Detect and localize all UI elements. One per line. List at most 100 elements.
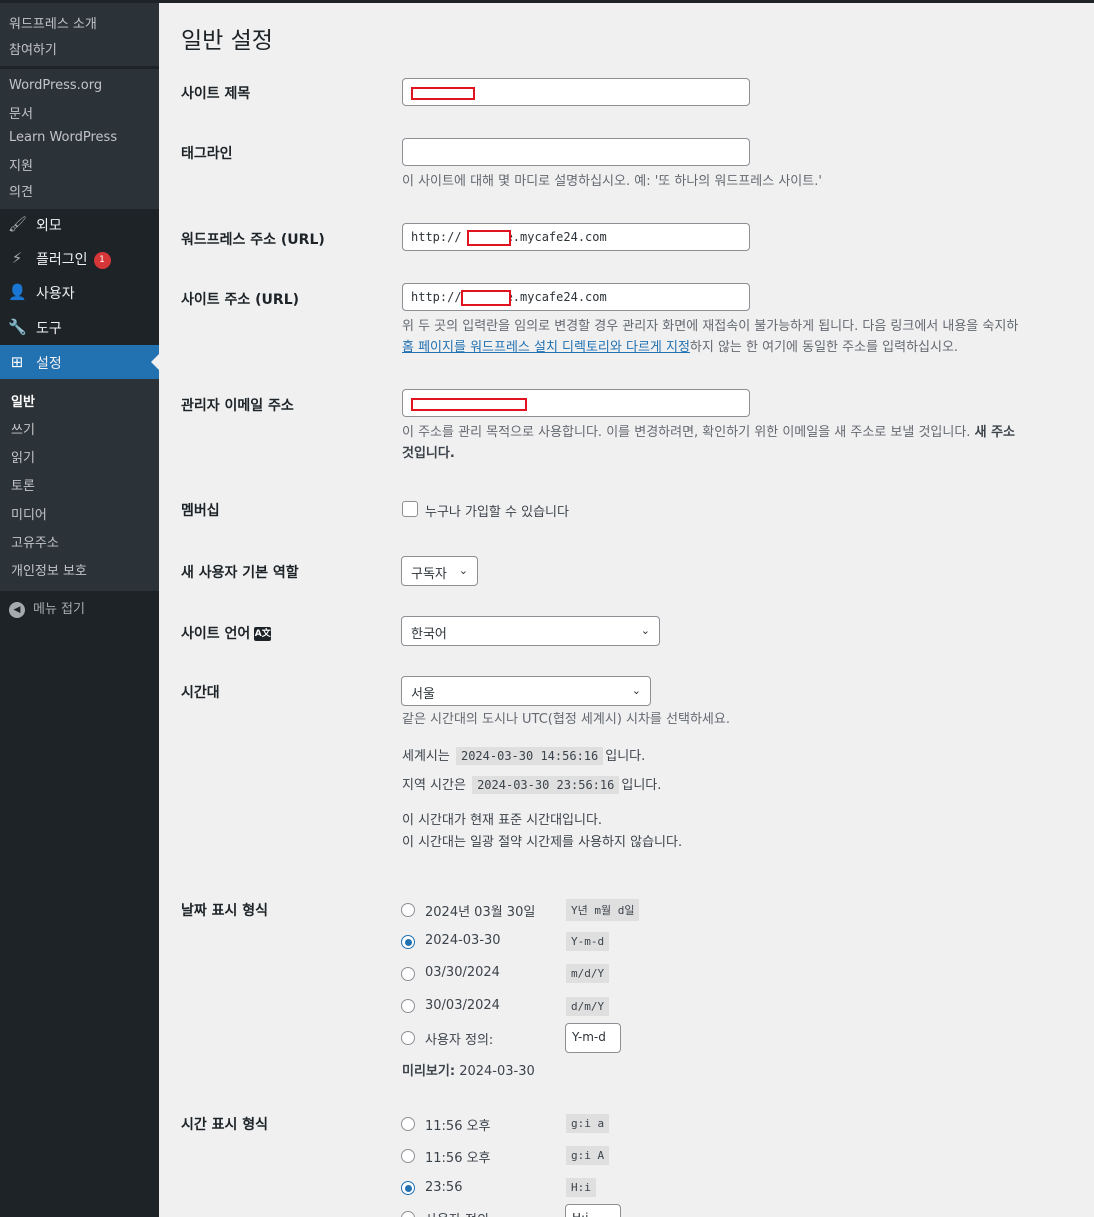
site-language-label-text: 사이트 언어 <box>181 626 251 642</box>
wrench-icon: 🔧 <box>8 318 27 336</box>
default-role-select[interactable]: 구독자 ⌄ <box>401 556 478 586</box>
date-preview: 미리보기: 2024-03-30 <box>402 1060 535 1079</box>
date-format-custom-input[interactable]: Y-m-d <box>565 1023 621 1053</box>
update-count-badge: 1 <box>93 251 111 269</box>
date-format-code: d/m/Y <box>566 997 610 1016</box>
sidebar-item-users[interactable]: 👤 사용자 <box>0 275 159 309</box>
default-role-label: 새 사용자 기본 역할 <box>181 565 299 581</box>
preview-value: 2024-03-30 <box>459 1064 535 1079</box>
links-submenu: WordPress.org 문서 Learn WordPress 지원 의견 <box>0 69 159 209</box>
standard-time-note: 이 시간대가 현재 표준 시간대입니다. <box>402 813 603 828</box>
time-format-custom-input[interactable]: H:i <box>565 1204 621 1217</box>
admin-email-desc-bold-2: 것입니다. <box>402 446 455 461</box>
sidebar-item-label: 도구 <box>36 321 62 337</box>
date-format-radio[interactable] <box>401 999 415 1013</box>
collapse-menu-button[interactable]: ◀ 메뉴 접기 <box>9 598 85 618</box>
date-format-code: Y년 m월 d일 <box>566 899 640 921</box>
sidebar-item-support[interactable]: 지원 <box>9 155 33 174</box>
membership-checkbox-label[interactable]: 누구나 가입할 수 있습니다 <box>425 501 569 520</box>
active-arrow <box>151 354 159 370</box>
sidebar-item-settings[interactable]: ⊞ 설정 <box>0 345 159 379</box>
dst-note: 이 시간대는 일광 절약 시간제를 사용하지 않습니다. <box>402 835 683 850</box>
site-url-label: 사이트 주소 (URL) <box>181 292 300 308</box>
settings-submenu: 일반 쓰기 읽기 토론 미디어 고유주소 개인정보 보호 <box>0 379 159 591</box>
translation-icon: A文 <box>254 627 272 641</box>
membership-checkbox[interactable] <box>402 501 418 517</box>
sidebar-item-label: 설정 <box>36 356 62 372</box>
sidebar-item-feedback[interactable]: 의견 <box>9 181 33 200</box>
submenu-writing[interactable]: 쓰기 <box>11 419 35 438</box>
time-format-code: g:i a <box>566 1114 610 1133</box>
chevron-down-icon: ⌄ <box>640 624 650 637</box>
date-format-option-label[interactable]: 30/03/2024 <box>425 998 500 1013</box>
page-title: 일반 설정 <box>181 28 273 54</box>
admin-sidebar: 워드프레스 소개 참여하기 WordPress.org 문서 Learn Wor… <box>0 0 159 1217</box>
user-icon: 👤 <box>8 283 27 301</box>
utc-time-line: 세계시는 2024-03-30 14:56:16 입니다. <box>402 745 645 765</box>
timezone-select[interactable]: 서울 ⌄ <box>401 676 651 706</box>
sidebar-item-appearance[interactable]: 🖌 외모 <box>0 207 159 241</box>
main-content: 일반 설정 사이트 제목 태그라인 이 사이트에 대해 몇 마디로 설명하십시오… <box>159 3 1094 1217</box>
site-language-select[interactable]: 한국어 ⌄ <box>401 616 660 646</box>
sidebar-item-learn[interactable]: Learn WordPress <box>9 130 117 145</box>
time-format-radio[interactable] <box>401 1117 415 1131</box>
local-time-line: 지역 시간은 2024-03-30 23:56:16 입니다. <box>402 774 661 794</box>
time-format-custom-radio[interactable] <box>401 1211 415 1217</box>
url-suffix: e.mycafe24.com <box>505 290 607 304</box>
sidebar-item-get-involved[interactable]: 참여하기 <box>9 39 57 58</box>
redaction-mark <box>461 290 511 306</box>
sidebar-item-tools[interactable]: 🔧 도구 <box>0 310 159 344</box>
time-format-code: H:i <box>566 1178 596 1197</box>
date-format-option-label[interactable]: 03/30/2024 <box>425 965 500 980</box>
sidebar-item-docs[interactable]: 문서 <box>9 103 33 122</box>
tagline-label: 태그라인 <box>181 146 233 162</box>
membership-label: 멤버십 <box>181 503 220 519</box>
time-format-option-label[interactable]: 11:56 오후 <box>425 1115 491 1134</box>
date-format-custom-label[interactable]: 사용자 정의: <box>425 1029 493 1048</box>
redaction-mark <box>411 398 527 411</box>
time-format-radio[interactable] <box>401 1149 415 1163</box>
sidebar-item-about[interactable]: 워드프레스 소개 <box>9 13 97 32</box>
site-title-input[interactable] <box>402 78 750 106</box>
admin-email-label: 관리자 이메일 주소 <box>181 398 294 414</box>
sidebar-item-wordpress-org[interactable]: WordPress.org <box>9 78 102 93</box>
submenu-reading[interactable]: 읽기 <box>11 447 35 466</box>
time-format-option-label[interactable]: 23:56 <box>425 1180 462 1195</box>
tagline-input[interactable] <box>402 138 750 166</box>
date-format-radio[interactable] <box>401 903 415 917</box>
site-title-label: 사이트 제목 <box>181 86 251 102</box>
site-url-input[interactable]: http:// e.mycafe24.com <box>402 283 750 311</box>
timezone-label: 시간대 <box>181 685 220 701</box>
submenu-media[interactable]: 미디어 <box>11 504 47 523</box>
admin-email-description: 이 주소를 관리 목적으로 사용합니다. 이를 변경하려면, 확인하기 위한 이… <box>402 422 1015 443</box>
date-format-option-label[interactable]: 2024년 03월 30일 <box>425 901 535 920</box>
date-format-option-label[interactable]: 2024-03-30 <box>425 933 501 948</box>
home-directory-link[interactable]: 홈 페이지를 워드프레스 설치 디렉토리와 다르게 지정 <box>402 340 690 355</box>
chevron-down-icon: ⌄ <box>631 684 641 697</box>
time-format-custom-label[interactable]: 사용자 정의: <box>425 1209 493 1217</box>
date-format-radio[interactable] <box>401 935 415 949</box>
date-format-radio[interactable] <box>401 967 415 981</box>
site-language-value: 한국어 <box>411 627 447 642</box>
site-url-description-2: 홈 페이지를 워드프레스 설치 디렉토리와 다르게 지정하지 않는 한 여기에 … <box>402 337 958 358</box>
collapse-menu-label: 메뉴 접기 <box>33 602 85 617</box>
admin-email-desc-bold: 새 주소 <box>974 425 1015 440</box>
time-format-option-label[interactable]: 11:56 오후 <box>425 1147 491 1166</box>
site-url-description: 위 두 곳의 입력란을 임의로 변경할 경우 관리자 화면에 재접속이 불가능하… <box>402 319 1019 334</box>
sidebar-item-plugins[interactable]: ⚡ 플러그인 1 <box>0 241 159 275</box>
wp-url-input[interactable]: http:// e.mycafe24.com <box>402 223 750 251</box>
time-format-radio[interactable] <box>401 1181 415 1195</box>
time-format-label: 시간 표시 형식 <box>181 1117 269 1133</box>
admin-email-input[interactable] <box>402 389 750 417</box>
date-format-custom-radio[interactable] <box>401 1031 415 1045</box>
submenu-general[interactable]: 일반 <box>11 391 35 410</box>
submenu-permalinks[interactable]: 고유주소 <box>11 532 59 551</box>
date-format-label: 날짜 표시 형식 <box>181 903 269 919</box>
timezone-description: 같은 시간대의 도시나 UTC(협정 세계시) 시차를 선택하세요. <box>402 712 730 727</box>
sidebar-item-label: 외모 <box>36 218 62 234</box>
submenu-privacy[interactable]: 개인정보 보호 <box>11 560 87 579</box>
local-time: 2024-03-30 23:56:16 <box>472 776 620 794</box>
timezone-value: 서울 <box>411 687 435 702</box>
url-prefix: http:// <box>411 230 462 244</box>
submenu-discussion[interactable]: 토론 <box>11 475 35 494</box>
